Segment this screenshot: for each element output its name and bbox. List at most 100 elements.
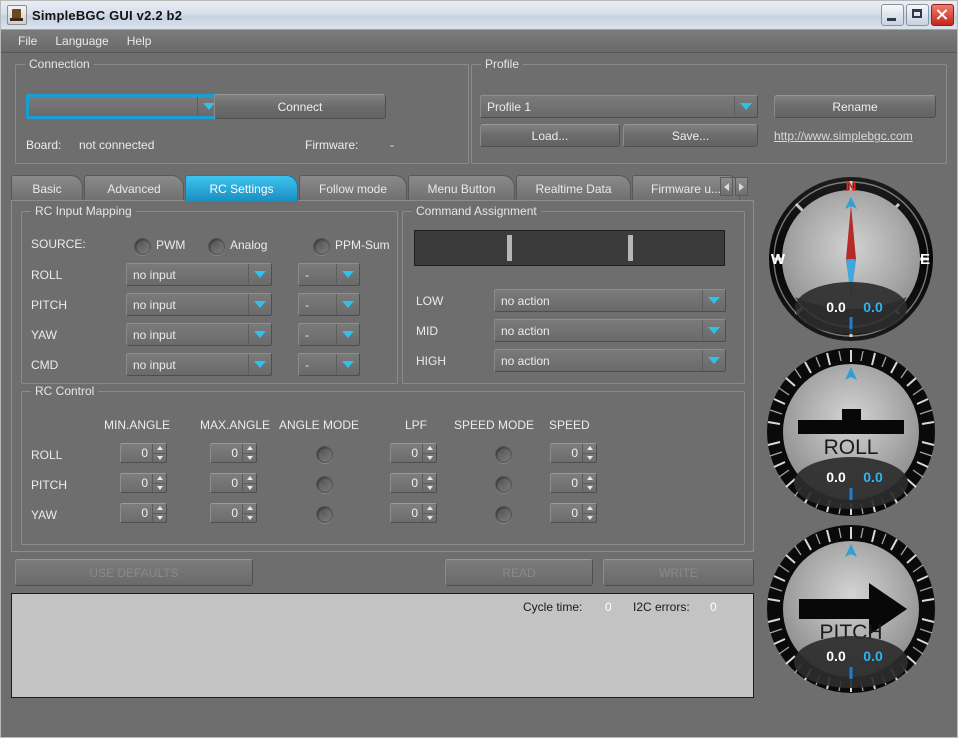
command-range-tick-low (507, 235, 512, 261)
spinner-buttons[interactable] (582, 444, 596, 462)
read-label: READ (502, 565, 536, 580)
spinner-buttons[interactable] (422, 474, 436, 492)
tab-basic[interactable]: Basic (11, 175, 83, 201)
profile-panel: Profile Profile 1 Rename Load... Save...… (471, 57, 947, 164)
lpf-spinner-yaw[interactable]: 0 (390, 503, 437, 523)
minimize-button[interactable] (881, 4, 904, 26)
roll-value-blue: 0.0 (863, 469, 883, 485)
pitch-value-white: 0.0 (826, 648, 846, 664)
map-extra-combo-cmd[interactable]: - (298, 353, 360, 376)
menu-item-language[interactable]: Language (46, 32, 117, 50)
max-angle-spinner-yaw[interactable]: 0 (210, 503, 257, 523)
pitch-value-blue: 0.0 (863, 648, 883, 664)
cycle-time-label: Cycle time: (523, 600, 583, 614)
status-log-panel[interactable]: Cycle time: 0 I2C errors: 0 (11, 593, 754, 698)
min-angle-spinner-roll[interactable]: 0 (120, 443, 167, 463)
spinner-down-icon (153, 512, 166, 523)
menu-item-file[interactable]: File (9, 32, 46, 50)
spinner-buttons[interactable] (242, 504, 256, 522)
spinner-buttons[interactable] (422, 444, 436, 462)
lpf-value-roll: 0 (411, 446, 418, 460)
spinner-buttons[interactable] (582, 474, 596, 492)
min-angle-spinner-yaw[interactable]: 0 (120, 503, 167, 523)
use-defaults-button[interactable]: USE DEFAULTS (15, 559, 253, 586)
map-input-combo-pitch[interactable]: no input (126, 293, 272, 316)
speed-mode-radio-pitch[interactable] (495, 476, 512, 493)
write-label: WRITE (659, 565, 698, 580)
command-action-combo-mid[interactable]: no action (494, 319, 726, 342)
angle-mode-radio-yaw[interactable] (316, 506, 333, 523)
map-extra-combo-yaw[interactable]: - (298, 323, 360, 346)
save-button[interactable]: Save... (623, 124, 758, 147)
speed-spinner-pitch[interactable]: 0 (550, 473, 597, 493)
tab-scroll-left-button[interactable] (720, 177, 733, 196)
min-angle-spinner-pitch[interactable]: 0 (120, 473, 167, 493)
speed-mode-radio-yaw[interactable] (495, 506, 512, 523)
connect-button[interactable]: Connect (214, 94, 386, 119)
spinner-buttons[interactable] (582, 504, 596, 522)
read-button[interactable]: READ (445, 559, 593, 586)
java-coffee-icon (7, 5, 27, 25)
profile-combo[interactable]: Profile 1 (480, 95, 758, 118)
tab-follow-mode[interactable]: Follow mode (299, 175, 407, 201)
tab-menu-button[interactable]: Menu Button (408, 175, 515, 201)
tab-scroll-right-button[interactable] (735, 177, 748, 196)
rename-button[interactable]: Rename (774, 95, 936, 118)
speed-mode-radio-roll[interactable] (495, 446, 512, 463)
profile-legend: Profile (481, 57, 524, 71)
angle-mode-radio-roll[interactable] (316, 446, 333, 463)
serial-port-combo[interactable] (26, 94, 223, 119)
spinner-buttons[interactable] (152, 504, 166, 522)
map-row-label-pitch: PITCH (31, 298, 67, 312)
angle-mode-radio-pitch[interactable] (316, 476, 333, 493)
command-assignment-legend: Command Assignment (412, 204, 541, 218)
write-button[interactable]: WRITE (603, 559, 754, 586)
max-angle-spinner-pitch[interactable]: 0 (210, 473, 257, 493)
max-angle-value-yaw: 0 (231, 506, 238, 520)
spinner-buttons[interactable] (422, 504, 436, 522)
lpf-spinner-pitch[interactable]: 0 (390, 473, 437, 493)
map-input-combo-roll[interactable]: no input (126, 263, 272, 286)
speed-spinner-yaw[interactable]: 0 (550, 503, 597, 523)
maximize-button[interactable] (906, 4, 929, 26)
command-row-label-low: LOW (416, 294, 444, 308)
tab-rc-settings[interactable]: RC Settings (185, 175, 298, 201)
tab-basic-label: Basic (32, 181, 62, 196)
command-action-combo-low[interactable]: no action (494, 289, 726, 312)
firmware-value: - (390, 138, 394, 152)
spinner-buttons[interactable] (152, 444, 166, 462)
menu-item-help[interactable]: Help (118, 32, 161, 50)
lpf-spinner-roll[interactable]: 0 (390, 443, 437, 463)
close-button[interactable] (931, 4, 954, 26)
spinner-up-icon (243, 474, 256, 483)
map-extra-combo-pitch[interactable]: - (298, 293, 360, 316)
spinner-buttons[interactable] (152, 474, 166, 492)
spinner-buttons[interactable] (242, 444, 256, 462)
tab-realtime-data[interactable]: Realtime Data (516, 175, 631, 201)
source-radio-pwm[interactable] (134, 238, 151, 255)
spinner-down-icon (583, 452, 596, 463)
map-extra-combo-roll[interactable]: - (298, 263, 360, 286)
save-label: Save... (671, 128, 710, 143)
website-link[interactable]: http://www.simplebgc.com (774, 129, 913, 143)
map-input-combo-yaw[interactable]: no input (126, 323, 272, 346)
lpf-value-yaw: 0 (411, 506, 418, 520)
map-input-value-yaw: no input (133, 327, 176, 342)
chevron-down-icon (336, 294, 359, 315)
load-button[interactable]: Load... (480, 124, 620, 147)
speed-spinner-roll[interactable]: 0 (550, 443, 597, 463)
max-angle-spinner-roll[interactable]: 0 (210, 443, 257, 463)
spinner-down-icon (243, 512, 256, 523)
spinner-up-icon (423, 444, 436, 453)
source-radio-analog[interactable] (208, 238, 225, 255)
source-radio-ppm-sum[interactable] (313, 238, 330, 255)
command-range-bar[interactable] (414, 230, 725, 266)
map-input-combo-cmd[interactable]: no input (126, 353, 272, 376)
spinner-buttons[interactable] (242, 474, 256, 492)
spinner-up-icon (423, 504, 436, 513)
command-action-combo-high[interactable]: no action (494, 349, 726, 372)
spinner-down-icon (423, 482, 436, 493)
tab-scroll-arrows (720, 177, 748, 196)
tab-firmware-label: Firmware u... (650, 181, 721, 196)
tab-advanced[interactable]: Advanced (84, 175, 184, 201)
